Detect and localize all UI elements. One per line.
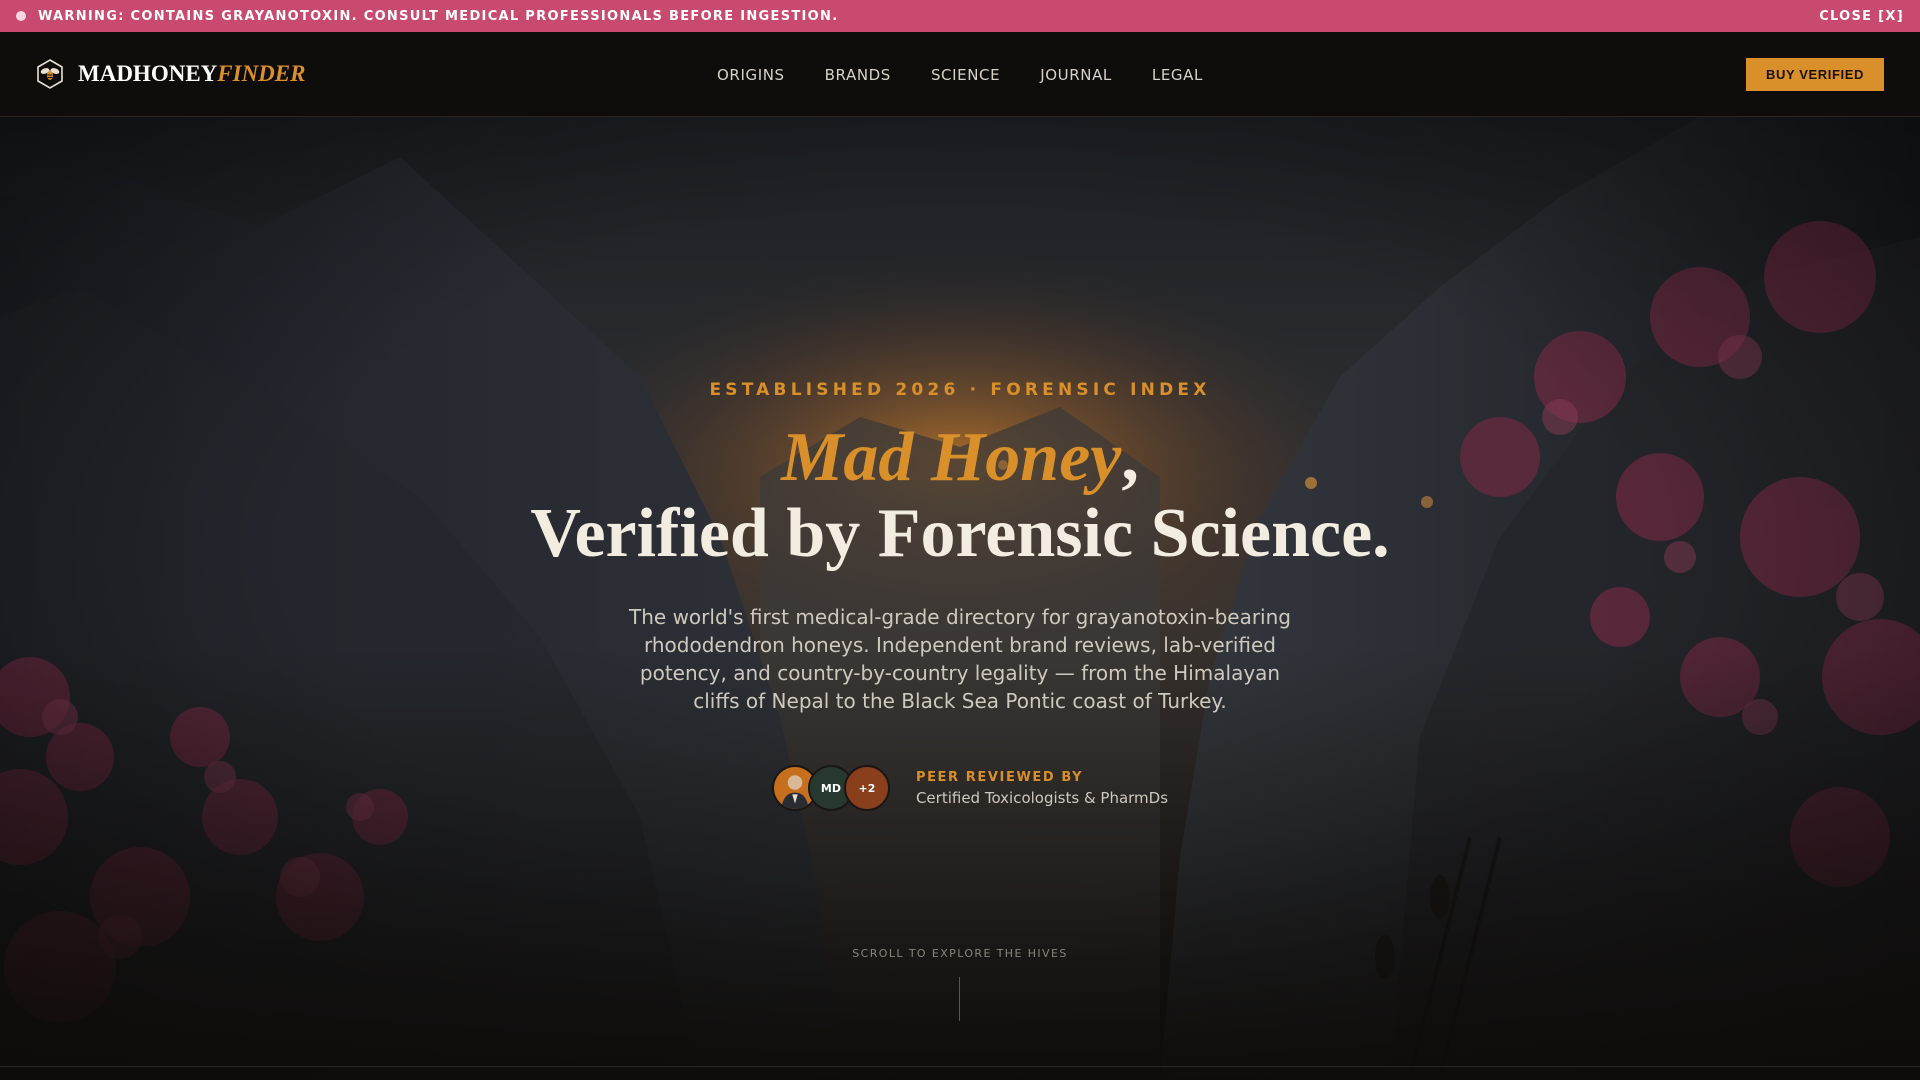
section-divider xyxy=(0,1066,1920,1067)
hero-section: ESTABLISHED 2026 · FORENSIC INDEX Mad Ho… xyxy=(0,117,1920,1080)
nav-science[interactable]: SCIENCE xyxy=(931,66,1000,84)
warning-dot-icon xyxy=(16,11,26,21)
brand-name-main: MADHONEY xyxy=(78,61,218,86)
warning-text: WARNING: CONTAINS GRAYANOTOXIN. CONSULT … xyxy=(38,8,839,24)
avatar-more-count: +2 xyxy=(843,765,890,812)
peer-review-badge: MD +2 PEER REVIEWED BY Certified Toxicol… xyxy=(771,765,1168,812)
peer-reviewed-label: PEER REVIEWED BY xyxy=(915,769,1084,785)
brand-name-accent: FINDER xyxy=(217,61,306,86)
hero-content: ESTABLISHED 2026 · FORENSIC INDEX Mad Ho… xyxy=(0,117,1920,1080)
headline-accent: Mad Honey xyxy=(781,419,1122,496)
scroll-hint[interactable]: SCROLL TO EXPLORE THE HIVES xyxy=(0,947,1920,960)
logo[interactable]: MADHONEYFINDER xyxy=(36,59,305,89)
headline-comma: , xyxy=(1121,419,1139,496)
hero-subcopy: The world's first medical-grade director… xyxy=(629,605,1291,714)
main-navbar: MADHONEYFINDER ORIGINS BRANDS SCIENCE JO… xyxy=(0,32,1920,117)
headline-line-2: Verified by Forensic Science. xyxy=(530,494,1390,572)
peer-reviewed-description: Certified Toxicologists & PharmDs xyxy=(915,788,1169,807)
nav-journal[interactable]: JOURNAL xyxy=(1040,66,1112,84)
close-warning-button[interactable]: CLOSE [X] xyxy=(1819,9,1904,24)
headline-line-1: Mad Honey, xyxy=(530,420,1389,496)
nav-brands[interactable]: BRANDS xyxy=(825,66,891,84)
reviewer-avatars: MD +2 xyxy=(771,765,890,812)
brand-name: MADHONEYFINDER xyxy=(78,61,305,87)
reviewer-text: PEER REVIEWED BY Certified Toxicologists… xyxy=(916,770,1168,807)
scroll-indicator-line xyxy=(959,977,960,1021)
nav-legal[interactable]: LEGAL xyxy=(1152,66,1203,84)
nav-origins[interactable]: ORIGINS xyxy=(717,66,785,84)
warning-message: WARNING: CONTAINS GRAYANOTOXIN. CONSULT … xyxy=(16,9,838,24)
buy-verified-button[interactable]: BUY VERIFIED xyxy=(1746,57,1884,91)
hero-eyebrow: ESTABLISHED 2026 · FORENSIC INDEX xyxy=(709,380,1211,400)
bee-hexagon-icon xyxy=(37,59,63,89)
warning-banner: WARNING: CONTAINS GRAYANOTOXIN. CONSULT … xyxy=(0,0,1920,32)
hero-headline: Mad Honey, Verified by Forensic Science. xyxy=(530,420,1389,571)
